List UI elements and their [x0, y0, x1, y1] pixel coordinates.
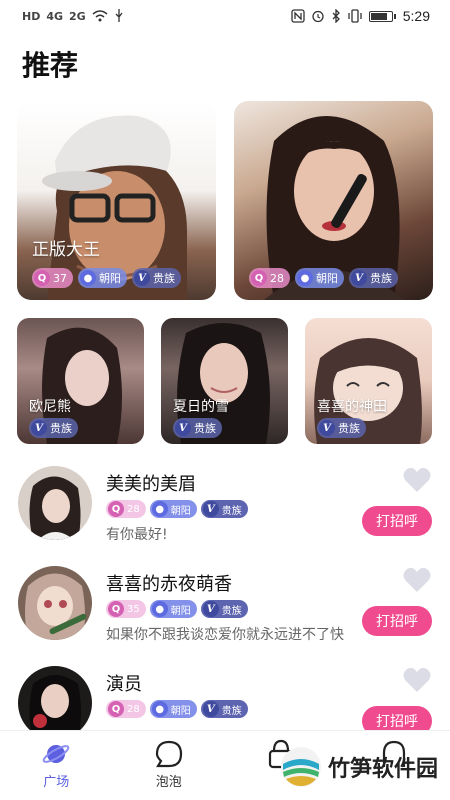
tag-group: Q 35 ● 朝阳 V 贵族: [106, 600, 248, 618]
user-name: 演员: [106, 674, 142, 695]
avatar[interactable]: [18, 466, 92, 540]
vip-icon: V: [175, 420, 191, 436]
tag-group: Q 28 ● 朝阳 V 贵族: [249, 268, 398, 288]
age-icon: Q: [108, 501, 124, 517]
avatar[interactable]: [18, 666, 92, 740]
location-pin-icon: ●: [151, 601, 168, 617]
vip-icon: V: [319, 420, 335, 436]
nfc-icon: [291, 9, 305, 23]
wifi-icon: [92, 10, 108, 22]
user-name: 喜喜的赤夜萌香: [106, 574, 232, 595]
planet-icon: [42, 745, 70, 763]
vip-icon: V: [134, 270, 150, 286]
small-card-name: 欧尼熊: [29, 399, 71, 415]
alarm-icon: [312, 10, 324, 23]
nav-item-square[interactable]: 广场: [0, 731, 113, 800]
watermark: 竹笋软件园: [280, 746, 438, 788]
age-icon: Q: [108, 701, 124, 717]
tag-group: Q 28 ● 朝阳 V 贵族: [106, 500, 248, 518]
rank-tag: V 贵族: [132, 268, 181, 288]
vip-icon: V: [202, 501, 219, 517]
bamboo-logo-icon: [280, 747, 321, 787]
tag-group: Q 37 ● 朝阳 V 贵族: [32, 268, 181, 288]
age-icon: Q: [108, 601, 124, 617]
age-tag: Q 28: [249, 268, 290, 288]
tag-group: V 贵族: [317, 418, 366, 438]
rank-tag: V 贵族: [200, 600, 248, 618]
signal-4g-icon: 4G: [46, 9, 64, 23]
heart-icon[interactable]: [402, 466, 432, 494]
vip-icon: V: [351, 270, 367, 286]
signal-2g-icon: 2G: [69, 9, 86, 23]
page-title: 推荐: [22, 49, 79, 82]
age-icon: Q: [34, 270, 50, 286]
tag-group: Q 28 ● 朝阳 V 贵族: [106, 700, 248, 718]
location-pin-icon: ●: [297, 270, 313, 286]
age-tag: Q 28: [106, 500, 146, 518]
heart-icon[interactable]: [402, 666, 432, 694]
rank-tag: V 贵族: [173, 418, 222, 438]
greet-button[interactable]: 打招呼: [362, 506, 432, 536]
tag-group: V 贵族: [173, 418, 222, 438]
vibrate-icon: [348, 9, 362, 23]
rank-tag: V 贵族: [200, 700, 248, 718]
location-pin-icon: ●: [151, 501, 168, 517]
rank-tag: V 贵族: [317, 418, 366, 438]
usb-icon: [115, 9, 123, 22]
user-message: 有你最好!: [106, 527, 168, 543]
vip-icon: V: [202, 701, 219, 717]
vip-icon: V: [31, 420, 47, 436]
small-card[interactable]: 欧尼熊 V 贵族: [17, 318, 144, 444]
location-tag: ● 朝阳: [295, 268, 344, 288]
age-tag: Q 28: [106, 700, 146, 718]
greet-button[interactable]: 打招呼: [362, 606, 432, 636]
heart-icon[interactable]: [402, 566, 432, 594]
small-card[interactable]: 喜喜的神田 V 贵族: [305, 318, 432, 444]
status-bar: HD 4G 2G 5:29: [0, 0, 450, 32]
user-name: 美美的美眉: [106, 474, 196, 495]
user-message: 如果你不跟我谈恋爱你就永远进不了快: [106, 627, 344, 643]
rank-tag: V 贵族: [200, 500, 248, 518]
small-card[interactable]: 夏日的雪 V 贵族: [161, 318, 288, 444]
location-tag: ● 朝阳: [149, 700, 197, 718]
clock: 5:29: [402, 8, 430, 24]
location-pin-icon: ●: [80, 270, 96, 286]
battery-icon: [368, 10, 396, 22]
avatar[interactable]: [18, 566, 92, 640]
age-tag: Q 37: [32, 268, 73, 288]
rank-tag: V 贵族: [349, 268, 398, 288]
watermark-text: 竹笋软件园: [327, 757, 438, 782]
list-item[interactable]: 美美的美眉 Q 28 ● 朝阳 V 贵族 有你最好! 打招呼: [0, 466, 450, 566]
bubble-icon: [155, 740, 182, 768]
vip-icon: V: [202, 601, 219, 617]
hd-icon: HD: [22, 9, 41, 23]
location-tag: ● 朝阳: [149, 500, 197, 518]
tag-group: V 贵族: [29, 418, 78, 438]
location-tag: ● 朝阳: [78, 268, 127, 288]
nav-label: 泡泡: [155, 775, 182, 790]
list-item[interactable]: 喜喜的赤夜萌香 Q 35 ● 朝阳 V 贵族 如果你不跟我谈恋爱你就永远进不了快 打招…: [0, 566, 450, 666]
nav-label: 广场: [43, 775, 70, 790]
age-icon: Q: [251, 270, 267, 286]
location-tag: ● 朝阳: [149, 600, 197, 618]
featured-card[interactable]: 正版大王 Q 37 ● 朝阳 V 贵族: [17, 101, 216, 300]
rank-tag: V 贵族: [29, 418, 78, 438]
bluetooth-icon: [332, 9, 340, 23]
nav-item-bubble[interactable]: 泡泡: [113, 731, 226, 800]
age-tag: Q 35: [106, 600, 146, 618]
small-card-name: 夏日的雪: [173, 399, 229, 415]
small-card-name: 喜喜的神田: [317, 399, 387, 415]
featured-card-name: 正版大王: [32, 240, 100, 260]
featured-card[interactable]: Q 28 ● 朝阳 V 贵族: [234, 101, 433, 300]
location-pin-icon: ●: [151, 701, 168, 717]
